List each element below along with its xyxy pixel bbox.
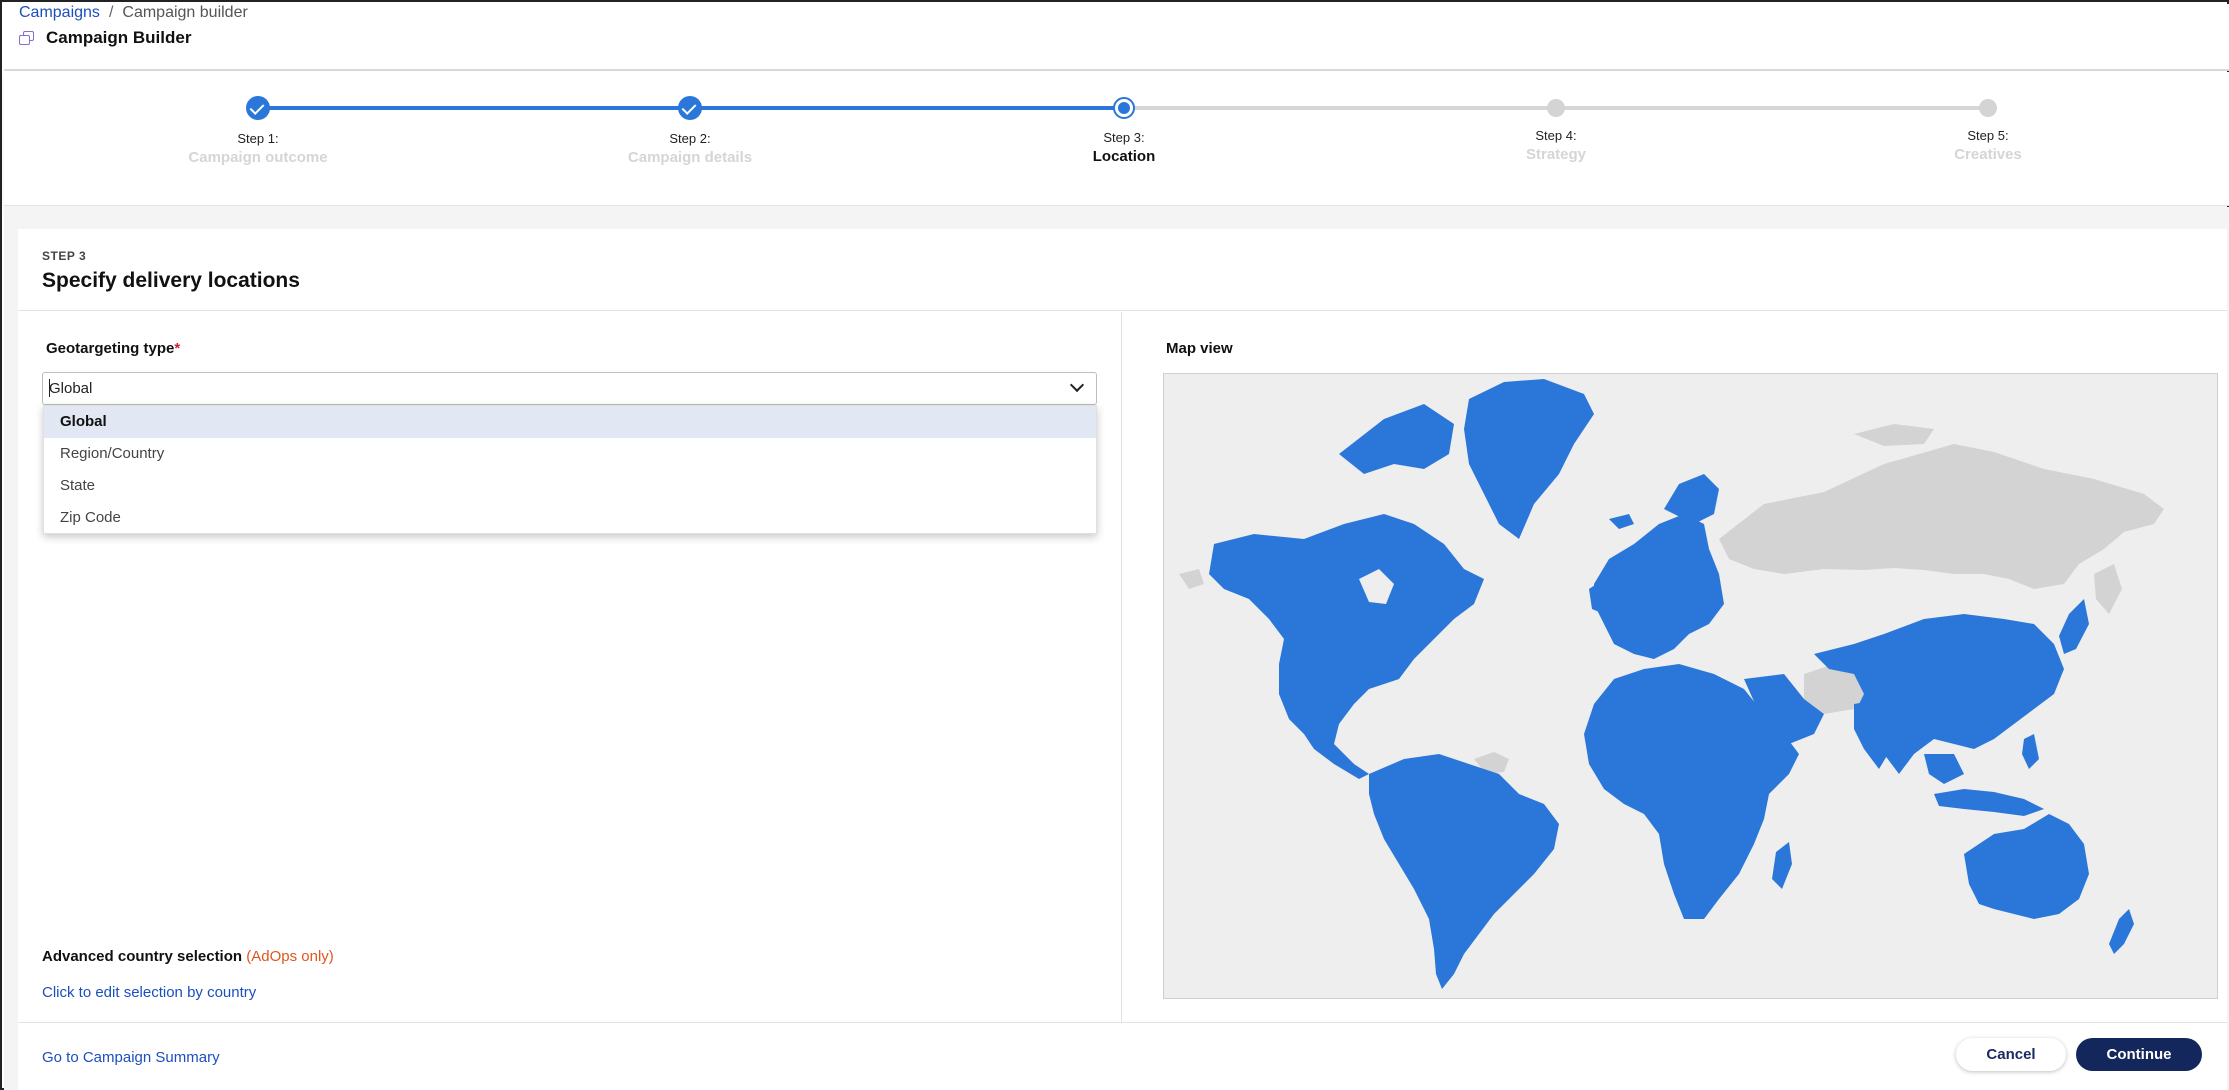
option-global[interactable]: Global: [44, 406, 1096, 438]
geotargeting-type-select[interactable]: Global: [42, 372, 1097, 405]
step-name: Campaign outcome: [188, 149, 328, 166]
step-number: Step 1:: [237, 131, 279, 146]
adops-only-note: (AdOps only): [246, 948, 334, 965]
step-1[interactable]: Step 1: Campaign outcome: [138, 96, 378, 166]
map-column: Map view: [1123, 312, 2227, 1022]
geotargeting-label: Geotargeting type*: [46, 340, 180, 357]
footer-bar: Go to Campaign Summary Cancel Continue: [18, 1022, 2227, 1090]
chevron-down-icon[interactable]: [1069, 377, 1085, 393]
breadcrumb-separator: /: [108, 4, 114, 21]
breadcrumb-campaigns-link[interactable]: Campaigns: [19, 4, 100, 21]
greenland-shape: [1464, 379, 1594, 539]
new-zealand-shape: [2109, 909, 2134, 954]
required-asterisk: *: [174, 340, 181, 357]
step-name: Location: [1092, 148, 1156, 165]
location-panel: STEP 3 Specify delivery locations Geotar…: [18, 229, 2227, 1090]
step-2[interactable]: Step 2: Campaign details: [570, 96, 810, 166]
geotargeting-selected-value: Global: [49, 380, 93, 397]
progress-stepper: Step 1: Campaign outcome Step 2: Campaig…: [4, 72, 2229, 206]
step-5: Step 5: Creatives: [1868, 96, 2108, 163]
campaign-summary-link[interactable]: Go to Campaign Summary: [42, 1049, 220, 1066]
option-region-country[interactable]: Region/Country: [44, 438, 1096, 470]
step-complete-check-icon: [678, 96, 702, 120]
advanced-selection-label: Advanced country selection (AdOps only): [42, 948, 334, 965]
australia-shape: [1964, 814, 2089, 919]
step-name: Campaign details: [627, 149, 753, 166]
step-upcoming-dot-icon: [1979, 99, 1997, 117]
geotargeting-options-list: Global Region/Country State Zip Code: [43, 405, 1097, 534]
step-number: Step 4:: [1535, 128, 1577, 143]
option-zip-code[interactable]: Zip Code: [44, 502, 1096, 534]
alaska-west-region: [1179, 569, 1204, 589]
north-america-shape: [1209, 514, 1484, 779]
arctic-islands: [1854, 424, 1934, 446]
south-america-shape: [1369, 754, 1559, 989]
page-header: Campaigns / Campaign builder Campaign Buil…: [4, 4, 2229, 71]
step-number: Step 2:: [669, 131, 711, 146]
world-map: [1163, 373, 2218, 999]
southeast-asia-shape: [1924, 754, 1964, 784]
geotargeting-label-text: Geotargeting type: [46, 340, 175, 357]
step-4: Step 4: Strategy: [1436, 96, 1676, 163]
step-name: Creatives: [1954, 146, 2022, 163]
page-title: Campaign Builder: [46, 28, 192, 47]
step-kicker: STEP 3: [42, 249, 87, 263]
iceland-shape: [1609, 514, 1634, 529]
canadian-archipelago: [1339, 404, 1454, 474]
step-upcoming-dot-icon: [1547, 99, 1565, 117]
kamchatka-region: [2094, 564, 2122, 614]
section-title: Specify delivery locations: [42, 269, 300, 292]
option-state[interactable]: State: [44, 470, 1096, 502]
breadcrumb-current: Campaign builder: [122, 4, 248, 21]
europe-shape: [1594, 514, 1724, 659]
philippines-shape: [2022, 734, 2039, 769]
cancel-button[interactable]: Cancel: [1956, 1038, 2066, 1071]
step-complete-check-icon: [246, 96, 270, 120]
title-row: Campaign Builder: [19, 28, 191, 48]
campaign-icon: [19, 31, 34, 45]
scandinavia-shape: [1664, 474, 1719, 524]
step-current-dot-icon: [1113, 97, 1135, 119]
step-name: Strategy: [1525, 146, 1587, 163]
world-map-graphic: [1179, 379, 2164, 989]
edit-by-country-link[interactable]: Click to edit selection by country: [42, 984, 256, 1001]
indonesia-shape: [1934, 789, 2044, 816]
japan-shape: [2059, 599, 2089, 654]
advanced-selection-title: Advanced country selection: [42, 948, 243, 965]
app-window: Campaigns / Campaign builder Campaign Buil…: [0, 0, 2229, 1090]
geotargeting-column: Geotargeting type* Global Global Region/…: [18, 312, 1122, 1022]
step-3[interactable]: Step 3: Location: [1004, 96, 1244, 165]
map-view-label: Map view: [1166, 340, 1233, 357]
breadcrumb: Campaigns / Campaign builder: [19, 4, 248, 22]
continue-button[interactable]: Continue: [2076, 1038, 2202, 1071]
step-number: Step 3:: [1103, 130, 1145, 145]
panel-header: STEP 3 Specify delivery locations: [18, 229, 2227, 311]
step-number: Step 5:: [1967, 128, 2009, 143]
madagascar-shape: [1772, 842, 1792, 889]
russia-region: [1719, 444, 2164, 589]
